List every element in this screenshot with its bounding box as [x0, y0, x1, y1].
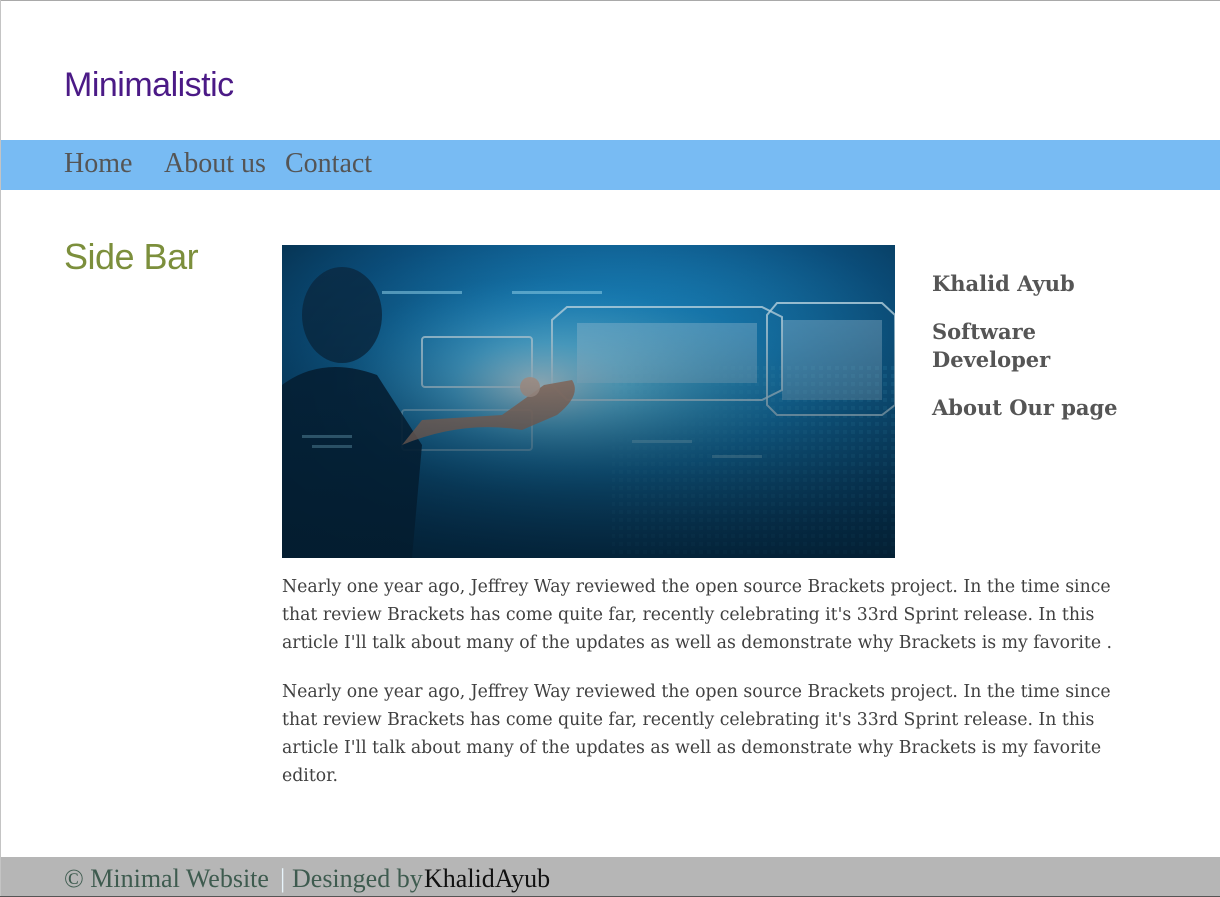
site-footer: © Minimal Website | Desinged by KhalidAy… [1, 857, 1220, 896]
nav-home-link[interactable]: Home [64, 148, 132, 180]
footer-designed-by: Desinged by [292, 864, 423, 893]
sidebar-title: Side Bar [64, 236, 199, 277]
window-left-border [0, 0, 1, 897]
footer-author: KhalidAyub [424, 864, 551, 893]
footer-separator: | [280, 864, 286, 893]
profile-role-line-2: Developer [932, 347, 1051, 372]
footer-copyright: © Minimal Website [64, 864, 269, 893]
tech-touchscreen-image [282, 245, 895, 558]
nav-contact-link[interactable]: Contact [285, 148, 372, 180]
window-top-border [0, 0, 1220, 1]
profile-name: Khalid Ayub [932, 271, 1075, 296]
article-paragraph-1: Nearly one year ago, Jeffrey Way reviewe… [282, 577, 1113, 653]
profile-role-line-1: Software [932, 319, 1037, 344]
nav-about-us-link[interactable]: About us [164, 148, 266, 180]
article-paragraph-2: Nearly one year ago, Jeffrey Way reviewe… [282, 682, 1111, 786]
site-title: Minimalistic [64, 66, 234, 104]
about-our-page-heading: About Our page [932, 395, 1118, 420]
main-navbar: Home About us Contact [1, 140, 1220, 190]
